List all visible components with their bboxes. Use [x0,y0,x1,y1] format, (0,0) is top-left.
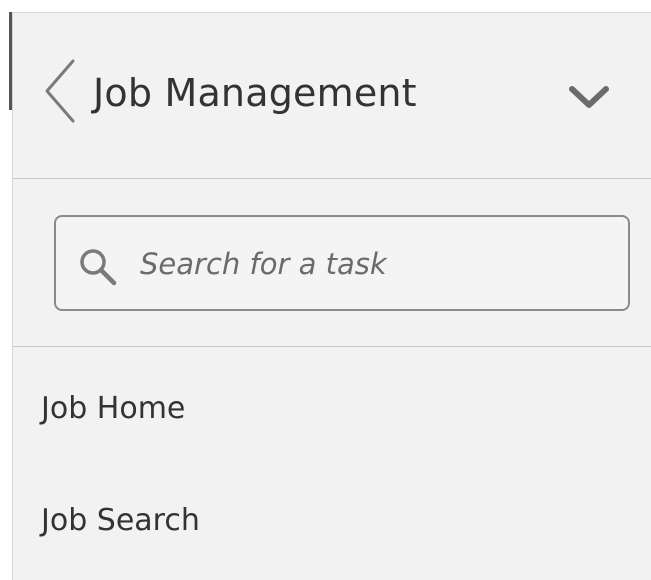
search-box[interactable] [54,215,630,311]
search-icon [80,249,117,286]
page-title: Job Management [93,71,417,115]
panel-header: Job Management [13,13,651,179]
task-panel: Job Management Job Home Job Search [12,12,651,580]
nav-item-job-search[interactable]: Job Search [41,503,200,538]
nav-item-job-home[interactable]: Job Home [41,391,185,426]
chevron-down-icon[interactable] [568,85,610,109]
chevron-left-icon[interactable] [41,57,77,125]
search-section [13,179,651,347]
search-input[interactable] [138,237,612,291]
